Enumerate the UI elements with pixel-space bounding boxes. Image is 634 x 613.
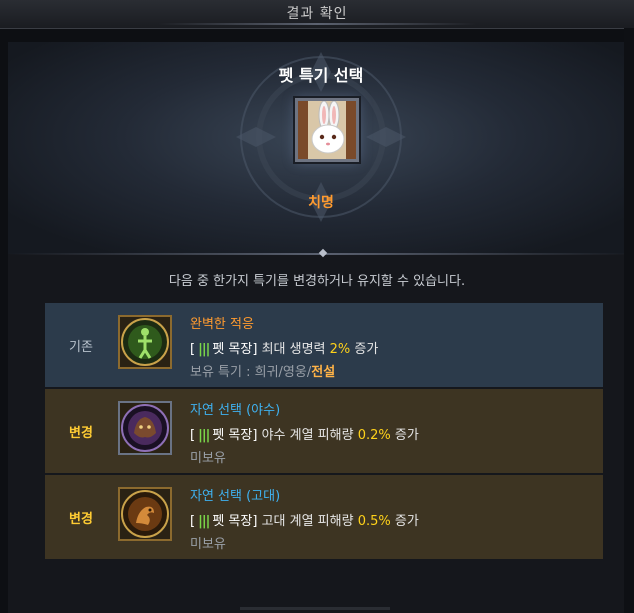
option-change-ancient[interactable]: 변경 자연 선택 (고대) [||| 펫 목장] 고대 계열 피해량 0.5% 증… [45, 475, 603, 559]
skill-effect: [||| 펫 목장] 고대 계열 피해량 0.5% 증가 [190, 514, 419, 529]
pet-ranch-icon: ||| [198, 342, 210, 357]
option-label: 기존 [69, 339, 93, 355]
wild-beast-skill-icon [118, 401, 172, 455]
pet-specialty-name: 치명 [308, 195, 334, 211]
pet-ranch-icon: ||| [198, 514, 210, 529]
option-label: 변경 [69, 425, 93, 441]
owned-status: 미보유 [190, 537, 226, 552]
title-bar: 결과 확인 [0, 0, 634, 29]
owned-status: 미보유 [190, 451, 226, 466]
skill-effect: [||| 펫 목장] 야수 계열 피해량 0.2% 증가 [190, 428, 419, 443]
skill-effect: [||| 펫 목장] 최대 생명력 2% 증가 [190, 342, 379, 357]
hero-section: 펫 특기 선택 치명 [8, 42, 634, 254]
option-change-beast[interactable]: 변경 자연 선택 (야수) [||| 펫 목장] 야수 계열 피해량 0.2% 증… [45, 389, 603, 473]
option-current[interactable]: 기존 완벽한 적응 [||| 펫 목장] 최대 생명력 2% 증가 보유 특기 :… [45, 303, 603, 387]
green-figure-skill-icon [118, 315, 172, 369]
ancient-dragon-skill-icon [118, 487, 172, 541]
pet-portrait [295, 98, 359, 162]
title-underline [0, 23, 634, 25]
window-title: 결과 확인 [286, 6, 348, 22]
owned-status: 보유 특기 : 희귀/영웅/전설 [190, 365, 336, 380]
window-edge [624, 28, 634, 613]
skill-name: 자연 선택 (야수) [190, 403, 281, 418]
hero-title: 펫 특기 선택 [278, 66, 364, 85]
bottom-divider [240, 607, 390, 610]
instruction-text: 다음 중 한가지 특기를 변경하거나 유지할 수 있습니다. [168, 274, 466, 289]
skill-name: 자연 선택 (고대) [190, 489, 281, 504]
rabbit-pet-icon [298, 100, 356, 159]
option-label: 변경 [69, 511, 93, 527]
pet-ranch-icon: ||| [198, 428, 210, 443]
skill-name: 완벽한 적응 [190, 317, 254, 332]
